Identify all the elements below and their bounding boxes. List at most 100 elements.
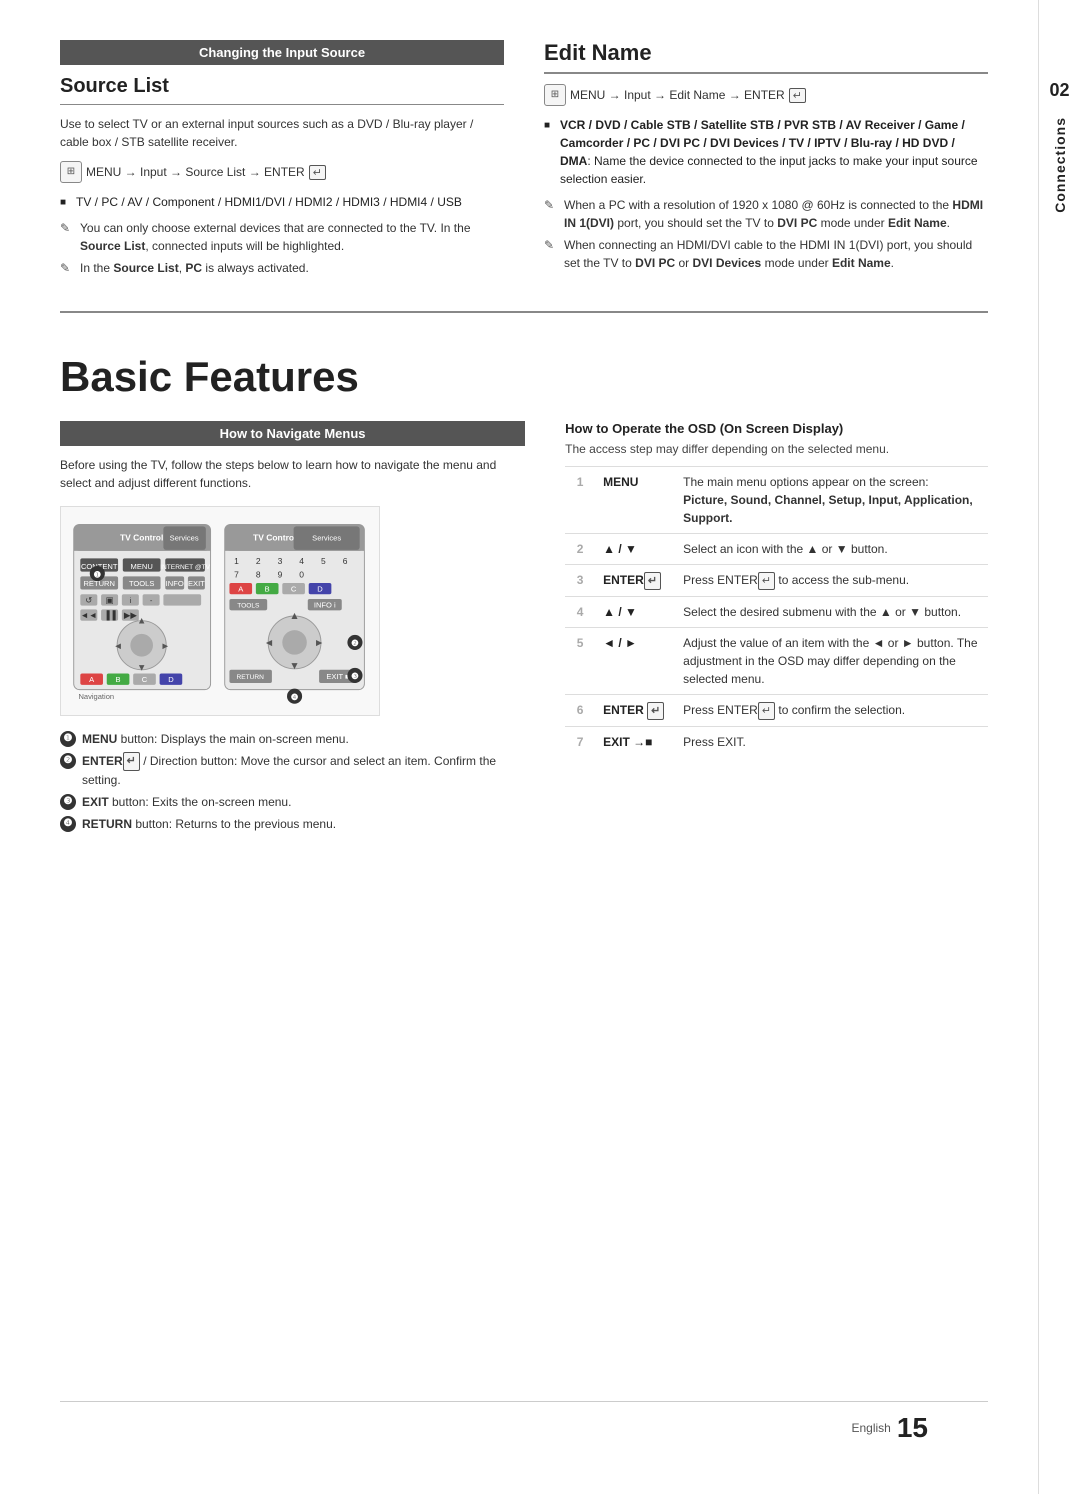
osd-step-label-7: EXIT →■	[595, 727, 675, 758]
osd-row-2: 2 ▲ / ▼ Select an icon with the ▲ or ▼ b…	[565, 534, 988, 565]
svg-text:▶▶: ▶▶	[124, 610, 138, 620]
edit-name-note-2: When connecting an HDMI/DVI cable to the…	[544, 236, 988, 272]
enter-icon-7: ↵	[758, 702, 775, 721]
features-left: How to Navigate Menus Before using the T…	[60, 421, 525, 837]
right-col-edit-name: Edit Name ⊞ MENU → Input → Edit Name → E…	[544, 40, 988, 281]
osd-step-desc-2: Select an icon with the ▲ or ▼ button.	[675, 534, 988, 565]
svg-text:B: B	[116, 675, 121, 684]
osd-step-label-2: ▲ / ▼	[595, 534, 675, 565]
osd-step-num-1: 1	[565, 467, 595, 534]
source-list-bullet-item: TV / PC / AV / Component / HDMI1/DVI / H…	[60, 193, 504, 211]
osd-row-7: 7 EXIT →■ Press EXIT.	[565, 727, 988, 758]
svg-text:▣: ▣	[106, 595, 114, 605]
svg-text:▼: ▼	[289, 661, 299, 672]
osd-row-4: 4 ▲ / ▼ Select the desired submenu with …	[565, 597, 988, 628]
source-list-notes: You can only choose external devices tha…	[60, 219, 504, 277]
svg-text:Services: Services	[312, 533, 341, 542]
svg-text:2: 2	[256, 556, 261, 566]
svg-text:TV Control: TV Control	[120, 532, 163, 542]
nav-desc: Before using the TV, follow the steps be…	[60, 456, 525, 492]
source-list-bullets: TV / PC / AV / Component / HDMI1/DVI / H…	[60, 193, 504, 211]
page-container: Changing the Input Source Source List Us…	[0, 0, 1080, 1494]
enter-icon-1: ↵	[309, 165, 326, 180]
svg-text:3: 3	[278, 556, 283, 566]
num-circle-3: ❸	[60, 794, 76, 810]
edit-name-note-1: When a PC with a resolution of 1920 x 10…	[544, 196, 988, 232]
svg-text:4: 4	[299, 556, 304, 566]
svg-text:►: ►	[161, 640, 170, 651]
svg-text:C: C	[142, 675, 148, 684]
enter-icon-6: ↵	[647, 702, 664, 721]
edit-name-notes: When a PC with a resolution of 1920 x 10…	[544, 196, 988, 272]
svg-text:◄◄: ◄◄	[80, 610, 97, 620]
svg-text:8: 8	[256, 569, 261, 579]
svg-text:▲: ▲	[137, 615, 146, 626]
edit-name-menu-path: ⊞ MENU → Input → Edit Name → ENTER ↵	[544, 84, 988, 106]
left-col-source-list: Changing the Input Source Source List Us…	[60, 40, 504, 281]
svg-text:B: B	[265, 584, 270, 593]
osd-step-label-4: ▲ / ▼	[595, 597, 675, 628]
svg-text:◄: ◄	[113, 640, 122, 651]
basic-features-title: Basic Features	[60, 353, 988, 401]
numbered-note-2: ❷ ENTER↵ / Direction button: Move the cu…	[60, 752, 525, 789]
osd-step-desc-1: The main menu options appear on the scre…	[675, 467, 988, 534]
svg-text:INFO: INFO	[166, 579, 184, 588]
svg-text:↺: ↺	[85, 595, 92, 605]
source-list-note-1: You can only choose external devices tha…	[60, 219, 504, 255]
svg-text:INTERNET @TV: INTERNET @TV	[160, 564, 210, 571]
enter-icon-4: ↵	[644, 572, 661, 591]
svg-text:0: 0	[299, 569, 304, 579]
svg-text:D: D	[168, 675, 174, 684]
osd-row-1: 1 MENU The main menu options appear on t…	[565, 467, 988, 534]
edit-name-bullet-item: VCR / DVD / Cable STB / Satellite STB / …	[544, 116, 988, 188]
svg-text:RETURN: RETURN	[236, 674, 264, 681]
svg-text:5: 5	[321, 556, 326, 566]
source-list-path-text: MENU → Input → Source List → ENTER	[86, 165, 305, 179]
osd-table: 1 MENU The main menu options appear on t…	[565, 466, 988, 757]
side-tab-label: Connections	[1052, 117, 1068, 213]
svg-text:9: 9	[278, 569, 283, 579]
osd-row-5: 5 ◄ / ► Adjust the value of an item with…	[565, 628, 988, 695]
features-columns: How to Navigate Menus Before using the T…	[60, 421, 988, 837]
edit-name-bullets: VCR / DVD / Cable STB / Satellite STB / …	[544, 116, 988, 188]
section-header-changing: Changing the Input Source	[60, 40, 504, 65]
main-content: Changing the Input Source Source List Us…	[0, 0, 1038, 1494]
section-title-source-list: Source List	[60, 75, 504, 105]
svg-text:C: C	[291, 584, 297, 593]
osd-step-num-4: 4	[565, 597, 595, 628]
edit-name-path-text: MENU → Input → Edit Name → ENTER	[570, 88, 785, 102]
svg-text:D: D	[317, 584, 323, 593]
osd-step-num-6: 6	[565, 695, 595, 727]
enter-icon-3: ↵	[123, 752, 140, 771]
osd-step-desc-7: Press EXIT.	[675, 727, 988, 758]
svg-text:Services: Services	[170, 533, 199, 542]
osd-step-desc-4: Select the desired submenu with the ▲ or…	[675, 597, 988, 628]
svg-text:❹: ❹	[291, 692, 299, 702]
menu-icon: ⊞	[60, 161, 82, 183]
osd-title: How to Operate the OSD (On Screen Displa…	[565, 421, 988, 436]
svg-text:Navigation: Navigation	[78, 692, 114, 701]
svg-text:▐▐: ▐▐	[104, 610, 117, 621]
numbered-note-4: ❹ RETURN button: Returns to the previous…	[60, 815, 525, 833]
side-tab: 02 Connections	[1038, 0, 1080, 1494]
svg-text:EXIT ■: EXIT ■	[326, 672, 350, 681]
svg-text:INFO i: INFO i	[314, 600, 336, 609]
svg-text:1: 1	[234, 556, 239, 566]
osd-step-num-5: 5	[565, 628, 595, 695]
page-number-label: English	[851, 1421, 890, 1435]
osd-row-6: 6 ENTER ↵ Press ENTER↵ to confirm the se…	[565, 695, 988, 727]
numbered-note-3: ❸ EXIT button: Exits the on-screen menu.	[60, 793, 525, 811]
num-circle-1: ❶	[60, 731, 76, 747]
remote-svg: TV Control Services CONTENT MENU INTERNE…	[69, 515, 371, 704]
source-list-note-2: In the Source List, PC is always activat…	[60, 259, 504, 277]
top-section: Changing the Input Source Source List Us…	[60, 40, 988, 313]
osd-step-desc-5: Adjust the value of an item with the ◄ o…	[675, 628, 988, 695]
source-list-desc: Use to select TV or an external input so…	[60, 115, 504, 151]
svg-text:EXIT: EXIT	[188, 579, 205, 588]
osd-step-label-6: ENTER ↵	[595, 695, 675, 727]
svg-text:❶: ❶	[94, 569, 102, 579]
svg-text:MENU: MENU	[131, 562, 153, 571]
enter-icon-2: ↵	[789, 88, 806, 103]
section-title-edit-name: Edit Name	[544, 40, 988, 74]
num-circle-4: ❹	[60, 816, 76, 832]
